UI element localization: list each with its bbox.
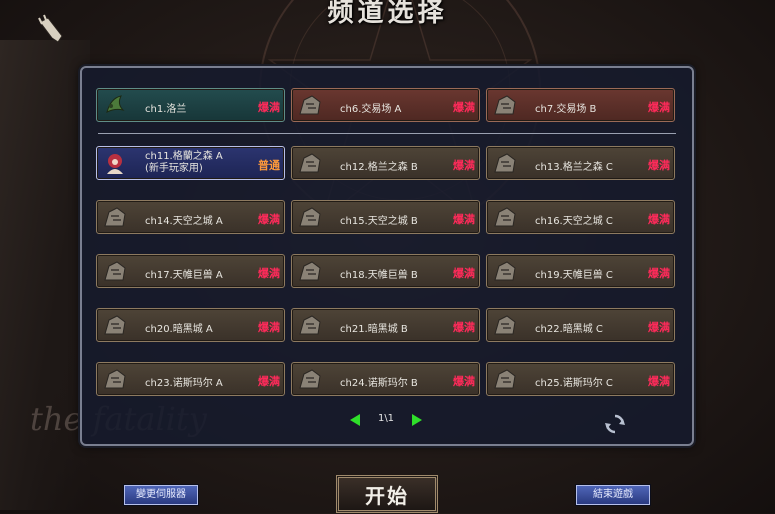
channel-thumbnail-icon [101,204,129,230]
channel-name: ch18.天帷巨兽 B [340,270,418,281]
channel-status-badge: 爆满 [453,375,475,388]
channel-thumbnail-icon [101,150,129,176]
channel-button[interactable]: ch19.天帷巨兽 C 爆满 [486,254,675,288]
channel-thumbnail-icon [101,258,129,284]
channel-thumbnail-icon [296,204,324,230]
channel-status-badge: 普通 [258,159,280,172]
channel-status-badge: 爆满 [453,213,475,226]
refresh-icon[interactable] [604,413,626,435]
channel-thumbnail-icon [491,204,519,230]
channel-thumbnail-icon [296,92,324,118]
channel-name: ch19.天帷巨兽 C [535,270,613,281]
channel-name: ch23.诺斯玛尔 A [145,378,223,389]
channel-thumbnail-icon [296,366,324,392]
channel-name: ch15.天空之城 B [340,216,418,227]
channel-button[interactable]: ch13.格兰之森 C 爆满 [486,146,675,180]
channel-name: ch12.格兰之森 B [340,162,418,173]
next-page-arrow-icon[interactable] [412,414,422,426]
channel-status-badge: 爆满 [258,375,280,388]
channel-thumbnail-icon [296,258,324,284]
channel-name: ch6.交易场 A [340,104,402,115]
channel-status-badge: 爆满 [648,101,670,114]
channel-status-badge: 爆满 [453,267,475,280]
channel-button[interactable]: ch16.天空之城 C 爆满 [486,200,675,234]
channel-button[interactable]: ch22.暗黑城 C 爆满 [486,308,675,342]
channel-thumbnail-icon [101,92,129,118]
background-figure [0,40,90,510]
channel-thumbnail-icon [101,312,129,338]
channel-name: ch21.暗黑城 B [340,324,408,335]
channel-subtitle: (新手玩家用) [145,163,203,174]
channel-status-badge: 爆满 [258,101,280,114]
channel-status-badge: 爆满 [258,267,280,280]
channel-name: ch17.天帷巨兽 A [145,270,223,281]
channel-name: ch11.格蘭之森 A [145,151,223,162]
channel-button[interactable]: ch23.诺斯玛尔 A 爆满 [96,362,285,396]
channel-thumbnail-icon [491,366,519,392]
channel-thumbnail-icon [491,150,519,176]
channel-status-badge: 爆满 [453,101,475,114]
channel-button[interactable]: ch1.洛兰 爆满 [96,88,285,122]
channel-button[interactable]: ch15.天空之城 B 爆满 [291,200,480,234]
channel-name: ch13.格兰之森 C [535,162,613,173]
channel-thumbnail-icon [491,312,519,338]
channel-status-badge: 爆满 [453,159,475,172]
channel-button[interactable]: ch24.诺斯玛尔 B 爆满 [291,362,480,396]
channel-status-badge: 爆满 [648,267,670,280]
channel-status-badge: 爆满 [648,375,670,388]
channel-button[interactable]: ch14.天空之城 A 爆满 [96,200,285,234]
channel-status-badge: 爆满 [258,321,280,334]
channel-status-badge: 爆满 [258,213,280,226]
channel-button[interactable]: ch25.诺斯玛尔 C 爆满 [486,362,675,396]
channel-name: ch24.诺斯玛尔 B [340,378,418,389]
page-title: 频道选择 [327,0,448,28]
channel-name: ch16.天空之城 C [535,216,613,227]
channel-name: ch1.洛兰 [145,104,187,115]
channel-button[interactable]: ch12.格兰之森 B 爆满 [291,146,480,180]
pager: 1\1 [348,412,424,428]
start-button[interactable]: 开始 [336,475,438,513]
channel-button[interactable]: ch6.交易场 A 爆满 [291,88,480,122]
channel-status-badge: 爆满 [648,213,670,226]
channel-button[interactable]: ch18.天帷巨兽 B 爆满 [291,254,480,288]
exit-game-button[interactable]: 結束遊戲 [576,485,650,505]
channel-label: ch11.格蘭之森 A (新手玩家用) [145,151,223,175]
channel-name: ch25.诺斯玛尔 C [535,378,613,389]
channel-button[interactable]: ch21.暗黑城 B 爆满 [291,308,480,342]
channel-status-badge: 爆满 [648,321,670,334]
channel-name: ch20.暗黑城 A [145,324,213,335]
channel-name: ch22.暗黑城 C [535,324,603,335]
channel-button[interactable]: ch7.交易场 B 爆满 [486,88,675,122]
channel-thumbnail-icon [491,258,519,284]
channel-button[interactable]: ch17.天帷巨兽 A 爆满 [96,254,285,288]
channel-name: ch7.交易场 B [535,104,597,115]
channel-status-badge: 爆满 [648,159,670,172]
channel-name: ch14.天空之城 A [145,216,223,227]
channel-thumbnail-icon [491,92,519,118]
channel-divider [98,133,676,134]
channel-status-badge: 爆满 [453,321,475,334]
change-server-button[interactable]: 變更伺服器 [124,485,198,505]
channel-thumbnail-icon [296,150,324,176]
channel-button[interactable]: ch11.格蘭之森 A (新手玩家用) 普通 [96,146,285,180]
channel-button[interactable]: ch20.暗黑城 A 爆满 [96,308,285,342]
channel-thumbnail-icon [296,312,324,338]
channel-thumbnail-icon [101,366,129,392]
